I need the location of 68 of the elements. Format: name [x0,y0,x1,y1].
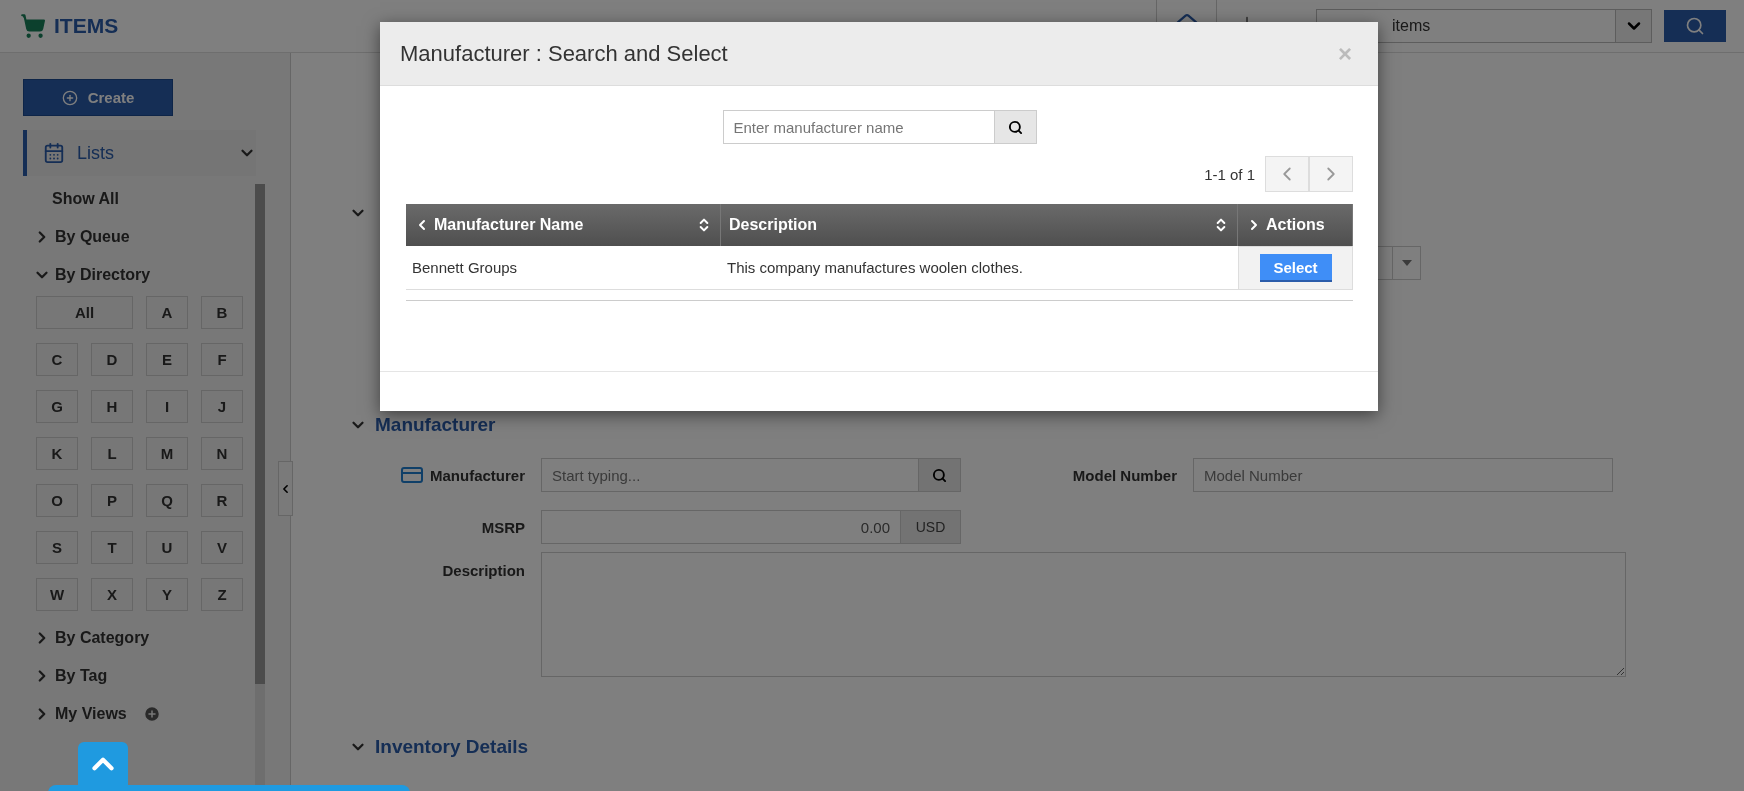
letter-button[interactable]: C [36,343,78,376]
column-header[interactable]: Actions [1238,204,1353,246]
letter-button[interactable]: Q [146,484,188,517]
description-field[interactable] [541,552,1626,677]
column-header[interactable]: Manufacturer Name [406,204,721,246]
field-label: Model Number [1072,466,1177,484]
nav-item[interactable]: Show All [52,190,119,208]
section-title: Inventory Details [375,736,529,758]
collapse-button[interactable] [278,461,293,516]
letter-button[interactable]: G [36,390,78,423]
nav-item[interactable]: My Views [55,705,127,723]
letter-button[interactable]: U [146,531,188,564]
scroll-up-button[interactable] [78,742,128,785]
create-button[interactable]: Create [23,79,173,116]
nav-item[interactable]: By Tag [55,667,108,685]
letter-button[interactable]: P [91,484,133,517]
calendar-icon [43,142,65,164]
input-field[interactable]: Model Number [1193,458,1613,492]
app-title: ITEMS [54,14,119,38]
letter-button[interactable]: H [91,390,133,423]
table-cell: Bennett Groups [406,246,721,290]
cart-icon [20,13,46,39]
letter-button[interactable]: M [146,437,188,470]
nav-item[interactable]: By Directory [55,266,151,284]
letter-button[interactable]: All [36,296,133,329]
nav-item[interactable]: By Queue [55,228,130,246]
letter-button[interactable]: S [36,531,78,564]
letter-button[interactable]: Y [146,578,188,611]
letter-button[interactable]: K [36,437,78,470]
manufacturer-search-field[interactable]: Enter manufacturer name [722,110,995,144]
section-title: Manufacturer [375,414,496,436]
add-icon[interactable] [142,705,161,723]
letter-button[interactable]: R [201,484,243,517]
letter-button[interactable]: X [91,578,133,611]
search-button[interactable] [994,110,1037,144]
dropdown-button[interactable] [1616,9,1652,43]
lists-header[interactable]: Lists [23,130,256,176]
search-icon [1685,16,1705,36]
lists-label: Lists [77,142,114,164]
letter-button[interactable]: Z [201,578,243,611]
letter-button[interactable]: V [201,531,243,564]
modal-title: Manufacturer : Search and Select [400,40,728,67]
plus-icon [61,89,78,106]
search-icon [932,467,947,483]
currency-unit: USD [901,510,961,544]
letter-button[interactable]: L [91,437,133,470]
letter-button[interactable]: B [201,296,243,329]
letter-button[interactable]: E [146,343,188,376]
field-label: MSRP [481,518,525,536]
column-header[interactable]: Description [721,204,1238,246]
letter-button[interactable]: F [201,343,243,376]
letter-button[interactable]: A [146,296,188,329]
manufacturer-field[interactable]: Start typing... [541,458,919,492]
letter-button[interactable]: N [201,437,243,470]
select-button[interactable]: Select [1259,254,1332,282]
field-label: Manufacturer [429,466,525,484]
letter-button[interactable]: W [36,578,78,611]
field-label: Description [442,562,525,579]
msrp-field[interactable]: 0.00 [541,510,901,544]
letter-button[interactable]: O [36,484,78,517]
letter-button[interactable]: J [201,390,243,423]
nav-item[interactable]: By Category [55,629,150,647]
letter-button[interactable]: D [91,343,133,376]
pagination-text: 1-1 of 1 [1204,165,1255,183]
table-cell: This company manufactures woolen clothes. [721,246,1238,290]
letter-button[interactable]: I [146,390,188,423]
letter-button[interactable]: T [91,531,133,564]
search-icon [1007,119,1023,135]
